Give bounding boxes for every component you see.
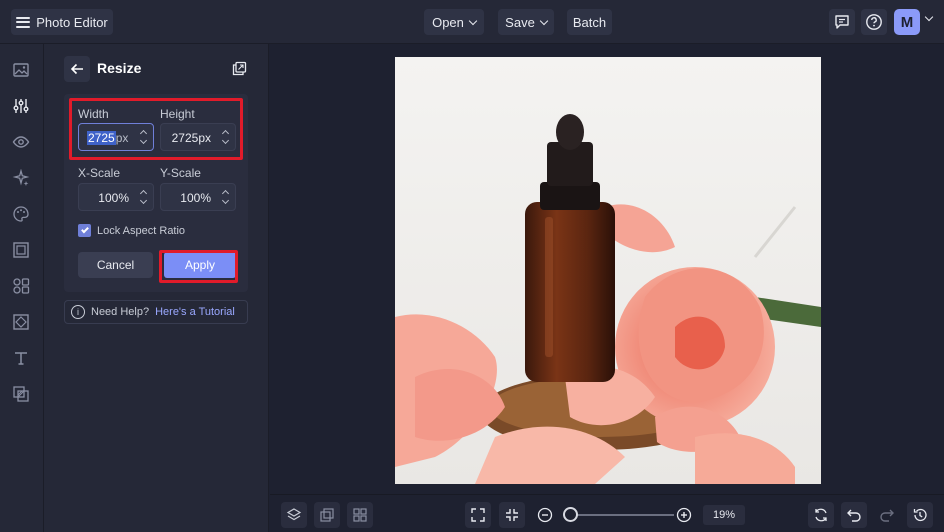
save-button[interactable]: Save	[498, 9, 554, 35]
tutorial-link[interactable]: Here's a Tutorial	[155, 306, 235, 318]
help-button[interactable]	[861, 9, 887, 35]
undo-icon	[847, 509, 861, 522]
open-label: Open	[432, 14, 464, 30]
panel-title: Resize	[97, 60, 142, 76]
history-button[interactable]	[907, 502, 933, 528]
texture-icon[interactable]	[11, 312, 31, 332]
zoom-slider-track[interactable]	[566, 514, 674, 516]
batch-button[interactable]: Batch	[567, 9, 612, 35]
feedback-button[interactable]	[829, 9, 855, 35]
refresh-icon	[815, 508, 827, 522]
grid-icon	[353, 508, 367, 522]
yscale-label: Y-Scale	[160, 166, 201, 180]
expand-icon	[471, 508, 485, 522]
open-button[interactable]: Open	[424, 9, 484, 35]
chat-icon	[835, 15, 849, 29]
question-icon	[866, 14, 882, 30]
frame-icon[interactable]	[11, 240, 31, 260]
overlay-icon[interactable]	[11, 384, 31, 404]
compare-button[interactable]	[314, 502, 340, 528]
tool-rail	[0, 44, 44, 532]
help-text: Need Help?	[91, 306, 150, 318]
history-icon	[913, 508, 927, 522]
adjust-sliders-icon[interactable]	[11, 96, 31, 116]
palette-icon[interactable]	[11, 204, 31, 224]
checkmark-icon	[80, 225, 89, 234]
lock-aspect-label: Lock Aspect Ratio	[97, 225, 186, 237]
xscale-field[interactable]: 100%	[78, 183, 154, 211]
menu-button[interactable]: Photo Editor	[11, 9, 113, 35]
shrink-icon	[506, 509, 518, 521]
xscale-value: 100%	[98, 191, 129, 205]
layers-button[interactable]	[281, 502, 307, 528]
yscale-stepper[interactable]	[219, 188, 231, 206]
yscale-value: 100%	[180, 191, 211, 205]
actual-size-button[interactable]	[499, 502, 525, 528]
cancel-button[interactable]: Cancel	[78, 252, 153, 278]
redo-icon	[880, 509, 894, 522]
yscale-field[interactable]: 100%	[160, 183, 236, 211]
sparkle-effects-icon[interactable]	[11, 168, 31, 188]
layers-icon	[286, 508, 302, 521]
copy-icon[interactable]	[232, 61, 247, 81]
fit-screen-button[interactable]	[465, 502, 491, 528]
arrow-left-icon	[70, 63, 83, 75]
redo-button[interactable]	[874, 502, 900, 528]
zoom-in-icon[interactable]	[676, 507, 692, 523]
app-title: Photo Editor	[36, 14, 108, 30]
grid-button[interactable]	[347, 502, 373, 528]
xscale-stepper[interactable]	[137, 188, 149, 206]
text-icon[interactable]	[11, 348, 31, 368]
reset-button[interactable]	[808, 502, 834, 528]
hamburger-icon	[16, 16, 31, 28]
shapes-icon[interactable]	[11, 276, 31, 296]
zoom-out-icon[interactable]	[537, 507, 553, 523]
top-bar: Photo Editor Open Save Batch M	[0, 0, 944, 44]
eye-icon[interactable]	[11, 132, 31, 152]
chevron-down-icon	[468, 16, 478, 25]
undo-button[interactable]	[841, 502, 867, 528]
compare-icon	[320, 508, 334, 522]
zoom-slider-handle[interactable]	[563, 507, 578, 522]
chevron-down-icon	[539, 16, 549, 25]
help-box: i Need Help? Here's a Tutorial	[64, 300, 248, 324]
avatar[interactable]: M	[894, 9, 920, 35]
save-label: Save	[505, 14, 535, 30]
xscale-label: X-Scale	[78, 166, 121, 180]
dimensions-highlight	[69, 98, 243, 160]
info-icon: i	[71, 305, 85, 319]
image-icon[interactable]	[11, 60, 31, 80]
apply-highlight	[159, 250, 238, 283]
lock-aspect-checkbox[interactable]	[78, 224, 91, 237]
batch-label: Batch	[572, 14, 607, 30]
photo-canvas[interactable]	[395, 57, 821, 484]
back-button[interactable]	[64, 56, 90, 82]
zoom-level[interactable]: 19%	[703, 505, 745, 525]
chevron-down-icon[interactable]	[924, 12, 934, 22]
